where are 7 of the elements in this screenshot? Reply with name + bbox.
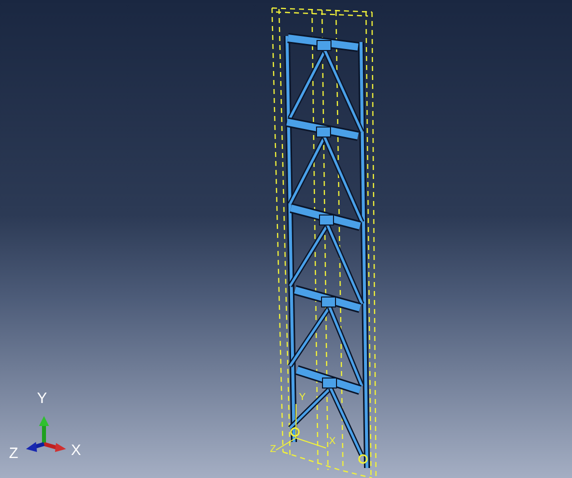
local-y-label: Y — [299, 393, 306, 403]
local-x-label: X — [329, 437, 336, 447]
axis-triad-icon — [25, 414, 67, 454]
z-axis-label: Z — [9, 446, 18, 461]
y-axis-label: Y — [37, 391, 48, 406]
local-z-label: Z — [270, 445, 276, 455]
x-axis-label: X — [71, 443, 82, 458]
